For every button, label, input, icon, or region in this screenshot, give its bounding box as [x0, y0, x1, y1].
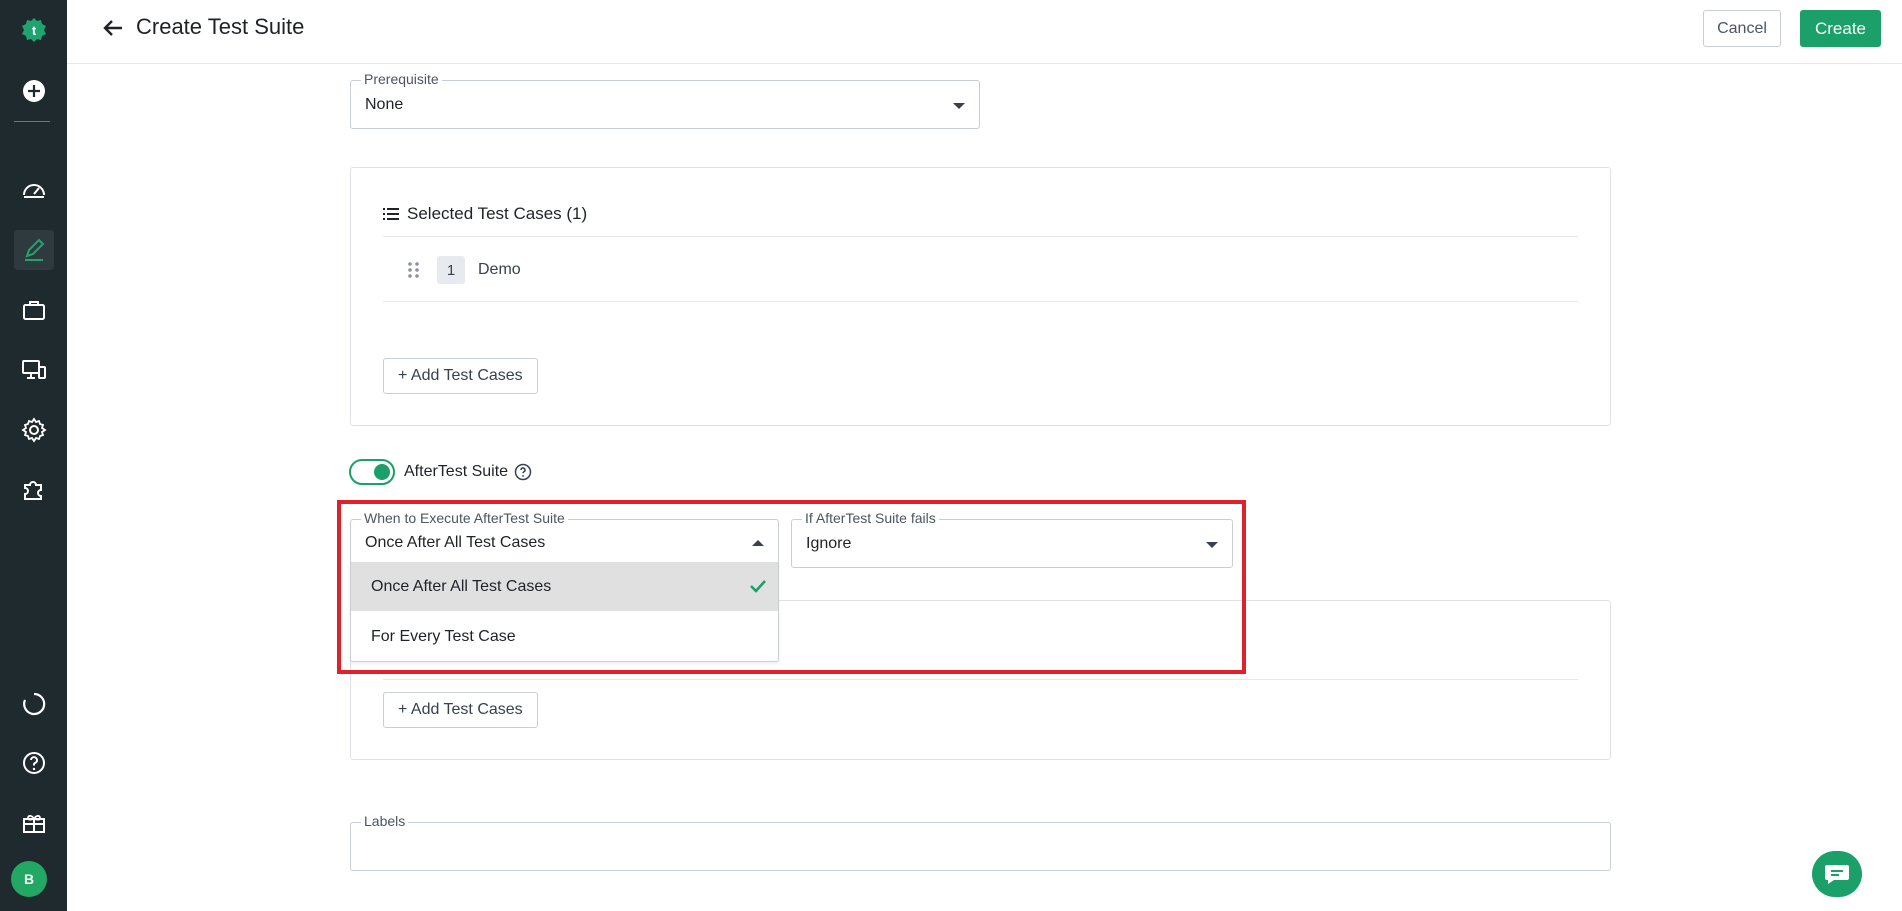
chat-button[interactable] [1812, 851, 1862, 897]
page-title: Create Test Suite [136, 14, 305, 39]
labels-input[interactable]: Labels [350, 813, 1611, 871]
svg-text:t: t [31, 23, 36, 38]
gear-icon[interactable] [14, 410, 54, 450]
logo-icon[interactable]: t [14, 10, 54, 50]
chat-icon [1825, 865, 1849, 884]
edit-icon[interactable] [13, 230, 54, 270]
after-test-suite-toggle[interactable] [349, 459, 395, 485]
sidebar: t B [0, 0, 67, 911]
prerequisite-value: None [365, 96, 404, 113]
selected-test-cases-heading: Selected Test Cases (1) [407, 204, 588, 223]
briefcase-icon[interactable] [14, 290, 54, 330]
dashboard-icon[interactable] [14, 170, 54, 210]
prerequisite-select[interactable]: Prerequisite None [350, 71, 980, 129]
test-case-index: 1 [437, 256, 465, 284]
selected-test-cases-title: Selected Test Cases (1) [383, 204, 587, 224]
divider [383, 301, 1578, 302]
divider [383, 236, 1578, 237]
add-icon[interactable] [14, 71, 54, 111]
gift-icon[interactable] [14, 803, 54, 843]
page-header: Create Test Suite Cancel Create [67, 0, 1902, 64]
list-icon [383, 208, 399, 220]
help-icon[interactable] [14, 743, 54, 783]
test-case-name[interactable]: Demo [478, 261, 521, 279]
create-button[interactable]: Create [1800, 10, 1881, 47]
loading-icon[interactable] [14, 684, 54, 724]
after-test-suite-label: AfterTest Suite [404, 463, 509, 480]
prerequisite-label: Prerequisite [361, 71, 442, 87]
question-circle-icon[interactable] [514, 463, 532, 481]
highlight-box [337, 500, 1246, 674]
puzzle-icon[interactable] [14, 470, 54, 510]
chevron-down-icon [953, 103, 965, 109]
add-after-test-cases-button[interactable]: + Add Test Cases [383, 692, 538, 728]
back-arrow-icon[interactable] [97, 12, 129, 44]
sidebar-divider [14, 121, 50, 122]
cancel-button[interactable]: Cancel [1703, 10, 1781, 47]
drag-handle-icon[interactable] [407, 261, 421, 279]
devices-icon[interactable] [14, 350, 54, 390]
toggle-knob [374, 464, 390, 480]
selected-test-cases-panel: Selected Test Cases (1) 1 Demo + Add Tes… [350, 167, 1611, 426]
labels-label: Labels [361, 813, 409, 829]
add-test-cases-button[interactable]: + Add Test Cases [383, 358, 538, 394]
divider [383, 679, 1578, 680]
avatar[interactable]: B [11, 861, 47, 897]
